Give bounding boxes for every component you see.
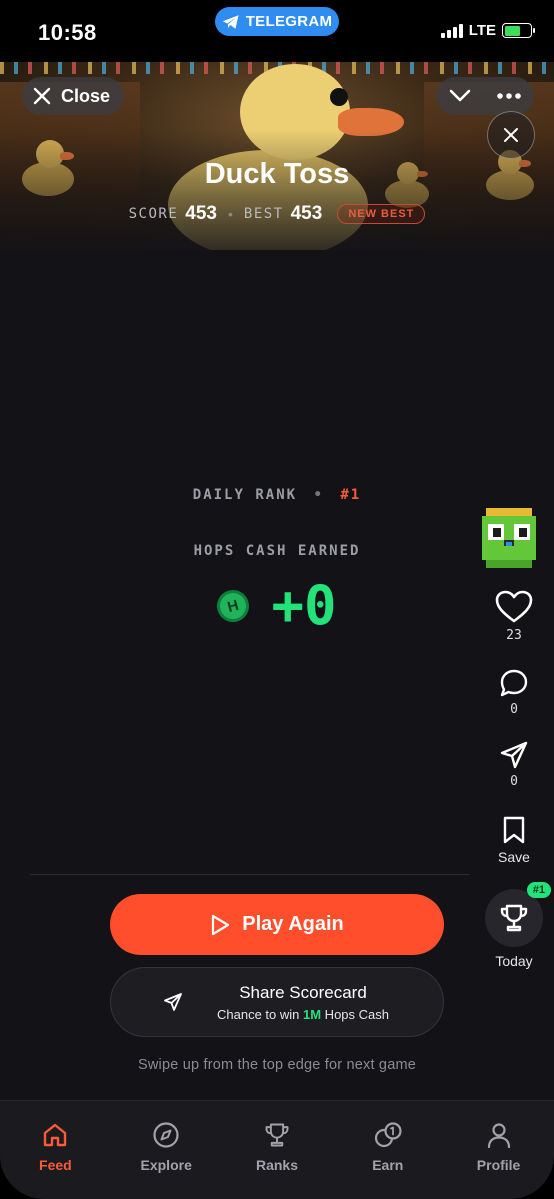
play-again-button[interactable]: Play Again <box>110 894 444 955</box>
trophy-button[interactable]: #1 <box>485 882 551 947</box>
best-value: 453 <box>290 203 323 224</box>
send-icon <box>164 993 182 1011</box>
header-menu-pill <box>436 77 534 115</box>
hops-cash-earned: H +0 <box>0 574 554 637</box>
close-icon <box>33 87 51 105</box>
daily-rank-value: #1 <box>340 487 362 503</box>
trophy-icon <box>500 904 528 932</box>
share-sub-prefix: Chance to win <box>217 1006 303 1022</box>
play-icon <box>212 914 230 935</box>
send-icon <box>500 741 528 769</box>
comment-icon <box>500 669 528 697</box>
trophy-icon <box>265 1123 289 1147</box>
phone-screen: 10:58 TELEGRAM LTE Close Duck Toss SCORE… <box>0 0 554 1199</box>
bookmark-icon <box>503 816 525 844</box>
share-sub-suffix: Hops Cash <box>321 1006 389 1022</box>
telegram-icon <box>222 14 239 29</box>
close-button-label: Close <box>61 85 111 106</box>
nav-earn[interactable]: Earn <box>338 1121 438 1199</box>
close-button[interactable]: Close <box>22 77 124 115</box>
nav-feed-label: Feed <box>39 1157 72 1173</box>
battery-icon <box>502 23 535 38</box>
more-dots-icon[interactable] <box>497 93 521 99</box>
best-label: BEST <box>243 206 284 222</box>
nav-earn-label: Earn <box>372 1157 404 1173</box>
comment-count: 0 <box>510 702 518 717</box>
frog-avatar-icon <box>482 508 536 568</box>
share-scorecard-button[interactable]: Share Scorecard Chance to win 1M Hops Ca… <box>110 967 444 1037</box>
status-indicators: LTE <box>440 22 535 39</box>
score-value: 453 <box>185 203 217 224</box>
nav-feed[interactable]: Feed <box>5 1121 105 1199</box>
telegram-pill-label: TELEGRAM <box>245 13 333 30</box>
trophy-rank-badge: #1 <box>526 882 551 898</box>
telegram-pill[interactable]: TELEGRAM <box>215 7 339 36</box>
swipe-hint: Swipe up from the top edge for next game <box>137 1057 417 1073</box>
play-again-label: Play Again <box>242 913 344 935</box>
trophy-label: Today <box>495 953 533 969</box>
nav-profile-label: Profile <box>476 1157 521 1173</box>
save-action[interactable]: Save <box>474 815 554 865</box>
signal-icon <box>440 23 463 38</box>
new-best-badge: NEW BEST <box>337 204 426 224</box>
heart-icon <box>495 590 533 623</box>
dismiss-button[interactable] <box>487 111 535 159</box>
daily-rank: DAILY RANK • #1 <box>0 487 554 503</box>
share-scorecard-title: Share Scorecard <box>239 982 367 1002</box>
nav-explore-label: Explore <box>140 1157 192 1173</box>
score-row: SCORE 453 • BEST 453 NEW BEST <box>0 203 554 225</box>
home-icon <box>44 1123 67 1147</box>
like-count: 23 <box>506 628 522 643</box>
bottom-nav: Feed Explore Ranks Earn Profile <box>0 1100 554 1199</box>
network-label: LTE <box>468 22 496 39</box>
share-scorecard-subtitle: Chance to win 1M Hops Cash <box>217 1007 389 1022</box>
nav-ranks-label: Ranks <box>255 1157 298 1173</box>
nav-explore[interactable]: Explore <box>116 1121 216 1199</box>
compass-icon <box>153 1122 179 1148</box>
creator-avatar[interactable] <box>482 508 536 568</box>
nav-profile[interactable]: Profile <box>449 1121 549 1199</box>
like-action[interactable]: 23 <box>474 590 554 643</box>
daily-rank-separator: • <box>313 487 324 503</box>
status-time: 10:58 <box>38 20 97 45</box>
close-icon <box>504 128 518 142</box>
score-separator: • <box>227 206 233 222</box>
hops-coin-icon: H <box>213 585 254 626</box>
save-label: Save <box>498 849 530 865</box>
today-trophy-action[interactable]: #1 Today <box>474 882 554 969</box>
hops-cash-label: HOPS CASH EARNED <box>193 543 361 559</box>
coins-icon <box>374 1122 402 1148</box>
share-sub-highlight: 1M <box>303 1006 322 1022</box>
status-bar: 10:58 TELEGRAM LTE <box>0 0 554 62</box>
nav-ranks[interactable]: Ranks <box>227 1121 327 1199</box>
game-title: Duck Toss <box>204 158 350 190</box>
share-action[interactable]: 0 <box>474 740 554 789</box>
share-scorecard-text: Share Scorecard Chance to win 1M Hops Ca… <box>217 983 389 1022</box>
divider <box>30 874 470 875</box>
comment-action[interactable]: 0 <box>474 668 554 717</box>
chevron-down-icon[interactable] <box>449 89 471 103</box>
coin-letter: H <box>226 595 241 616</box>
hops-cash-amount: +0 <box>271 574 337 637</box>
share-count: 0 <box>510 774 518 789</box>
user-icon <box>487 1123 510 1149</box>
daily-rank-label: DAILY RANK <box>192 487 298 503</box>
score-label: SCORE <box>128 206 179 222</box>
